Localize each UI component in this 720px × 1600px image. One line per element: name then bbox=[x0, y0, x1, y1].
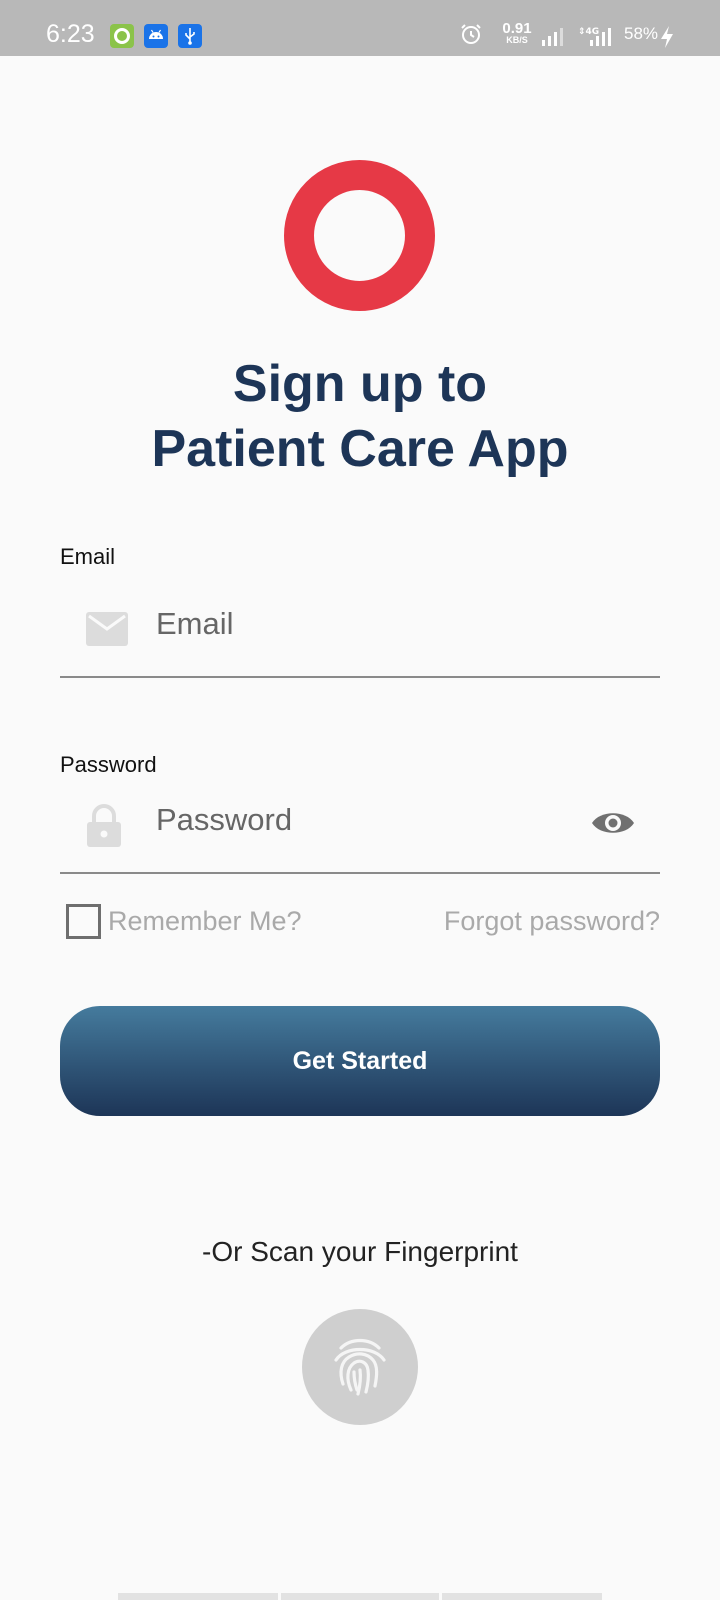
fingerprint-button[interactable] bbox=[302, 1309, 418, 1425]
fingerprint-prompt: -Or Scan your Fingerprint bbox=[202, 1236, 518, 1267]
show-password-icon[interactable] bbox=[590, 808, 636, 843]
email-input[interactable] bbox=[156, 602, 566, 646]
forgot-password-link[interactable]: Forgot password? bbox=[444, 906, 660, 937]
alarm-icon bbox=[459, 22, 483, 78]
network-speed: 0.91 KB/S bbox=[501, 21, 533, 45]
title-line-1: Sign up to bbox=[232, 355, 488, 413]
ring-logo bbox=[284, 160, 435, 311]
remember-me-checkbox[interactable] bbox=[66, 904, 101, 939]
status-time: 6:23 bbox=[46, 20, 95, 48]
password-field[interactable] bbox=[60, 786, 660, 874]
speed-value: 0.91 bbox=[502, 20, 532, 37]
nav-gesture-bar[interactable] bbox=[281, 1593, 439, 1600]
password-input[interactable] bbox=[156, 798, 566, 842]
page-title: Sign up to Patient Care App bbox=[0, 352, 720, 482]
app-green-icon bbox=[110, 24, 134, 48]
signal-4g-icon: ⇕4G bbox=[578, 24, 614, 80]
android-icon bbox=[144, 24, 168, 48]
email-field[interactable] bbox=[60, 590, 660, 678]
svg-text:⇕4G: ⇕4G bbox=[578, 27, 599, 37]
nav-gesture-bar[interactable] bbox=[442, 1593, 602, 1600]
status-bar: 6:23 0.91 KB/S ⇕4G 58% bbox=[0, 0, 720, 56]
email-label: Email bbox=[60, 544, 116, 569]
get-started-button[interactable]: Get Started bbox=[60, 1006, 660, 1116]
title-line-2: Patient Care App bbox=[151, 420, 569, 478]
nav-gesture-bar[interactable] bbox=[118, 1593, 278, 1600]
password-label: Password bbox=[60, 752, 157, 777]
fingerprint-icon bbox=[327, 1332, 393, 1403]
remember-me-label[interactable]: Remember Me? bbox=[108, 906, 302, 937]
usb-icon bbox=[178, 24, 202, 48]
battery-charging-icon bbox=[660, 25, 674, 81]
speed-unit: KB/S bbox=[506, 35, 528, 45]
mail-icon bbox=[86, 612, 128, 651]
signal-icon bbox=[540, 26, 566, 82]
battery-level: 58% bbox=[624, 24, 659, 43]
lock-icon bbox=[86, 804, 122, 853]
